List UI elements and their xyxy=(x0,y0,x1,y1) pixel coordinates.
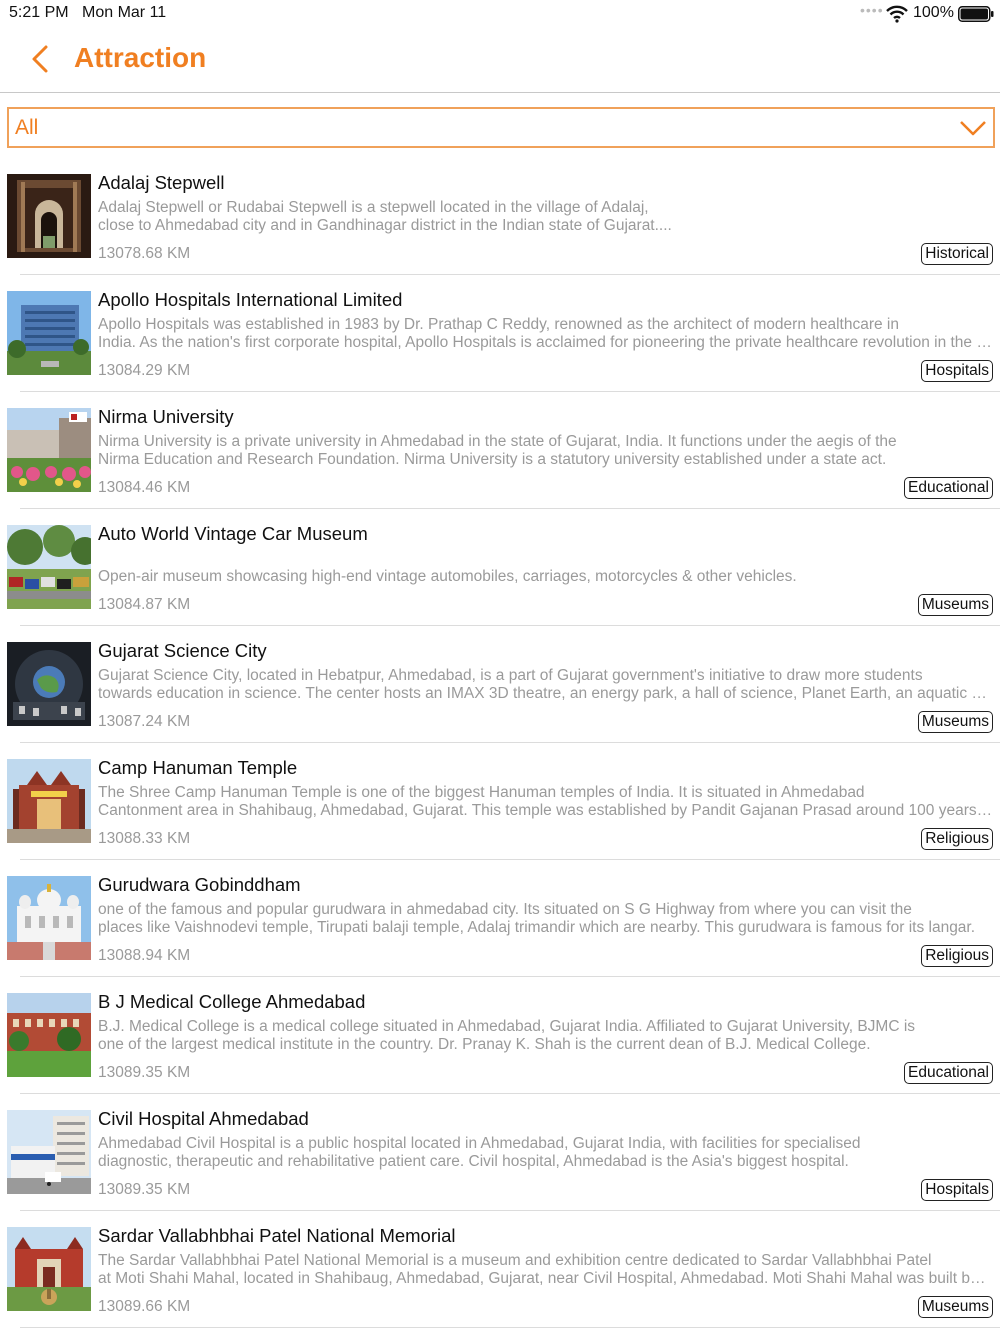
attraction-name: Sardar Vallabhbhai Patel National Memori… xyxy=(98,1225,456,1246)
description-line: diagnostic, therapeutic and rehabilitati… xyxy=(98,1153,849,1170)
description-line: at Moti Shahi Mahal, located in Shahibau… xyxy=(98,1270,993,1287)
page-title: Attraction xyxy=(74,42,207,73)
description-line: Nirma University is a private university… xyxy=(98,433,897,450)
attraction-thumbnail xyxy=(7,759,91,843)
attraction-name: Gujarat Science City xyxy=(98,640,267,661)
attraction-name: Apollo Hospitals International Limited xyxy=(98,289,403,310)
description-line: Adalaj Stepwell or Rudabai Stepwell is a… xyxy=(98,199,649,216)
filter-selected-value: All xyxy=(15,116,39,139)
battery-percent: 100% xyxy=(913,4,954,21)
attraction-thumbnail xyxy=(7,1227,91,1311)
list-item[interactable]: Gurudwara Gobinddham one of the famous an… xyxy=(0,860,1000,977)
category-filter-dropdown[interactable]: All xyxy=(7,107,995,148)
back-chevron-icon[interactable] xyxy=(28,44,52,74)
description-line: Ahmedabad Civil Hospital is a public hos… xyxy=(98,1135,861,1152)
attraction-thumbnail xyxy=(7,876,91,960)
attraction-description: Adalaj Stepwell or Rudabai Stepwell is a… xyxy=(98,199,993,235)
attraction-thumbnail xyxy=(7,1110,91,1194)
category-badge: Museums xyxy=(917,711,993,733)
list-item[interactable]: Nirma University Nirma University is a pr… xyxy=(0,392,1000,509)
category-badge: Religious xyxy=(921,945,993,967)
attraction-distance: 13089.35 KM xyxy=(98,1064,191,1081)
description-line: one of the largest medical institute in … xyxy=(98,1036,871,1053)
description-line: Gujarat Science City, located in Hebatpu… xyxy=(98,667,923,684)
attraction-distance: 13087.24 KM xyxy=(98,713,191,730)
attraction-thumbnail xyxy=(7,408,91,492)
attraction-distance: 13088.94 KM xyxy=(98,947,191,964)
list-item[interactable]: B J Medical College Ahmedabad B.J. Medica… xyxy=(0,977,1000,1094)
description-line: Apollo Hospitals was established in 1983… xyxy=(98,316,899,333)
description-line: B.J. Medical College is a medical colleg… xyxy=(98,1018,916,1035)
list-item[interactable]: Auto World Vintage Car Museum Open-air mu… xyxy=(0,509,1000,626)
attraction-thumbnail xyxy=(7,525,91,609)
status-bar: 5:21 PM Mon Mar 11 •••• 100% xyxy=(0,0,1000,28)
attraction-description: The Shree Camp Hanuman Temple is one of … xyxy=(98,784,993,820)
attraction-distance: 13089.66 KM xyxy=(98,1298,191,1315)
description-line: Nirma Education and Research Foundation.… xyxy=(98,451,887,468)
attraction-name: Auto World Vintage Car Museum xyxy=(98,523,368,544)
list-item[interactable]: Apollo Hospitals International Limited Ap… xyxy=(0,275,1000,392)
attraction-distance: 13078.68 KM xyxy=(98,245,191,262)
description-line: India. As the nation's first corporate h… xyxy=(98,334,993,351)
category-badge: Hospitals xyxy=(921,360,993,382)
description-line: The Shree Camp Hanuman Temple is one of … xyxy=(98,784,865,801)
category-badge: Educational xyxy=(903,1062,993,1084)
signal-dots-icon: •••• xyxy=(860,2,884,18)
attraction-description: Apollo Hospitals was established in 1983… xyxy=(98,316,993,352)
attraction-thumbnail xyxy=(7,642,91,726)
description-line: Cantonment area in Shahibaug, Ahmedabad,… xyxy=(98,802,993,819)
category-badge: Museums xyxy=(917,1296,993,1318)
attraction-name: Camp Hanuman Temple xyxy=(98,757,298,778)
status-date: Mon Mar 11 xyxy=(82,4,167,21)
attraction-distance: 13084.87 KM xyxy=(98,596,191,613)
attraction-distance: 13084.46 KM xyxy=(98,479,191,496)
chevron-down-icon xyxy=(960,121,986,136)
description-line: one of the famous and popular gurudwara … xyxy=(98,901,912,918)
category-badge: Museums xyxy=(917,594,993,616)
description-line: Open-air museum showcasing high-end vint… xyxy=(98,568,797,585)
attraction-description: Ahmedabad Civil Hospital is a public hos… xyxy=(98,1135,993,1171)
attraction-name: Adalaj Stepwell xyxy=(98,172,225,193)
attraction-name: Nirma University xyxy=(98,406,234,427)
attraction-name: Gurudwara Gobinddham xyxy=(98,874,301,895)
category-badge: Hospitals xyxy=(921,1179,993,1201)
attraction-description: Nirma University is a private university… xyxy=(98,433,993,469)
attraction-description: Gujarat Science City, located in Hebatpu… xyxy=(98,667,993,703)
list-item[interactable]: Adalaj Stepwell Adalaj Stepwell or Rudaba… xyxy=(0,158,1000,275)
wifi-icon xyxy=(886,5,908,23)
attraction-distance: 13089.35 KM xyxy=(98,1181,191,1198)
category-badge: Religious xyxy=(921,828,993,850)
nav-bar: Attraction xyxy=(0,28,1000,93)
status-time: 5:21 PM xyxy=(9,4,69,21)
attraction-name: B J Medical College Ahmedabad xyxy=(98,991,366,1012)
attraction-distance: 13088.33 KM xyxy=(98,830,191,847)
attraction-description: B.J. Medical College is a medical colleg… xyxy=(98,1018,993,1054)
category-badge: Historical xyxy=(921,243,993,265)
row-divider xyxy=(20,1327,1000,1328)
description-line: places like Vaishnodevi temple, Tirupati… xyxy=(98,919,976,936)
attraction-distance: 13084.29 KM xyxy=(98,362,191,379)
category-badge: Educational xyxy=(903,477,993,499)
attraction-thumbnail xyxy=(7,174,91,258)
attraction-description: Open-air museum showcasing high-end vint… xyxy=(98,568,993,586)
attraction-thumbnail xyxy=(7,993,91,1077)
list-item[interactable]: Camp Hanuman Temple The Shree Camp Hanuma… xyxy=(0,743,1000,860)
battery-icon xyxy=(958,6,994,22)
list-item[interactable]: Civil Hospital Ahmedabad Ahmedabad Civil … xyxy=(0,1094,1000,1211)
attraction-description: one of the famous and popular gurudwara … xyxy=(98,901,993,937)
list-item[interactable]: Sardar Vallabhbhai Patel National Memori… xyxy=(0,1211,1000,1328)
attraction-thumbnail xyxy=(7,291,91,375)
description-line: close to Ahmedabad city and in Gandhinag… xyxy=(98,217,672,234)
description-line: The Sardar Vallabhbhai Patel National Me… xyxy=(98,1252,932,1269)
attraction-name: Civil Hospital Ahmedabad xyxy=(98,1108,309,1129)
list-item[interactable]: Gujarat Science City Gujarat Science City… xyxy=(0,626,1000,743)
attraction-description: The Sardar Vallabhbhai Patel National Me… xyxy=(98,1252,993,1288)
description-line: towards education in science. The center… xyxy=(98,685,993,702)
